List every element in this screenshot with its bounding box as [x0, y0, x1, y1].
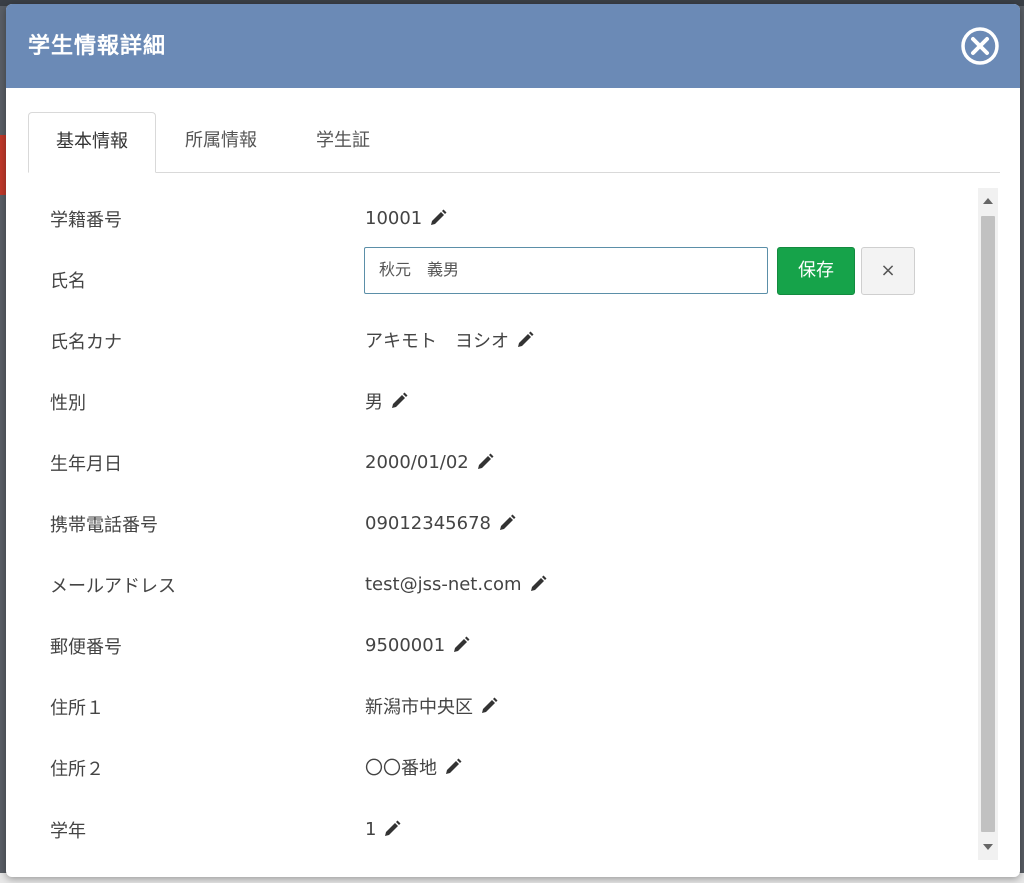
pencil-icon[interactable]	[382, 819, 402, 839]
pencil-icon[interactable]	[475, 452, 495, 472]
field-row-address1: 住所１ 新潟市中央区	[28, 684, 978, 724]
field-value: 2000/01/02	[365, 451, 469, 473]
field-row-gender: 性別 男	[28, 379, 978, 419]
pencil-icon[interactable]	[528, 574, 548, 594]
pencil-icon[interactable]	[443, 757, 463, 777]
modal-title: 学生情報詳細	[28, 34, 167, 59]
modal-header: 学生情報詳細	[6, 4, 1020, 88]
field-value: 10001	[365, 207, 423, 229]
field-list: 学籍番号 10001 氏名 秋元 義男 保存 × 氏名カナ アキモト ヨシオ 性…	[28, 184, 978, 864]
field-value: 新潟市中央区	[365, 697, 473, 718]
pencil-icon[interactable]	[389, 391, 409, 411]
field-row-email: メールアドレス test@jss-net.com	[28, 562, 978, 602]
field-value-wrap: 〇〇番地	[365, 755, 463, 779]
field-label: 性別	[50, 393, 86, 414]
field-label: メールアドレス	[50, 576, 176, 597]
tab-basic-info[interactable]: 基本情報	[28, 112, 156, 173]
field-row-name-kana: 氏名カナ アキモト ヨシオ	[28, 318, 978, 358]
field-value: 〇〇番地	[365, 758, 437, 779]
field-value-wrap: 2000/01/02	[365, 450, 495, 474]
field-row-student-number: 学籍番号 10001	[28, 196, 978, 236]
pencil-icon[interactable]	[479, 696, 499, 716]
tab-affiliation[interactable]: 所属情報	[166, 112, 276, 171]
pencil-icon[interactable]	[497, 513, 517, 533]
field-label: 氏名カナ	[50, 332, 122, 353]
scroll-up-arrow-icon[interactable]	[978, 188, 998, 214]
pencil-icon[interactable]	[428, 208, 448, 228]
field-value: 1	[365, 818, 377, 840]
field-value: アキモト ヨシオ	[365, 331, 509, 352]
cancel-button[interactable]: ×	[861, 247, 915, 295]
scrollbar-thumb[interactable]	[981, 216, 995, 832]
close-icon[interactable]	[960, 26, 1000, 66]
field-value: 9500001	[365, 634, 446, 656]
scroll-down-arrow-icon[interactable]	[978, 834, 998, 860]
field-label: 生年月日	[50, 454, 122, 475]
field-label: 学籍番号	[50, 210, 122, 231]
field-row-grade: 学年 1	[28, 807, 978, 847]
field-value: 男	[365, 392, 383, 413]
field-row-birthdate: 生年月日 2000/01/02	[28, 440, 978, 480]
pencil-icon[interactable]	[515, 330, 535, 350]
vertical-scrollbar[interactable]	[978, 188, 998, 860]
field-value-wrap: 09012345678	[365, 511, 517, 535]
tab-student-id-card[interactable]: 学生証	[298, 112, 388, 171]
field-label: 携帯電話番号	[50, 515, 158, 536]
field-label: 住所１	[50, 698, 104, 719]
student-detail-modal: 学生情報詳細 基本情報 所属情報 学生証 学籍番号 10001 氏名 秋元 義男	[6, 4, 1020, 877]
field-label: 学年	[50, 821, 86, 842]
field-row-mobile: 携帯電話番号 09012345678	[28, 501, 978, 541]
field-label: 氏名	[50, 271, 86, 292]
field-value-wrap: 1	[365, 817, 402, 841]
field-label: 郵便番号	[50, 637, 122, 658]
field-label: 住所２	[50, 759, 104, 780]
field-value-wrap: test@jss-net.com	[365, 572, 548, 596]
field-row-postal-code: 郵便番号 9500001	[28, 623, 978, 663]
field-value-wrap: アキモト ヨシオ	[365, 328, 535, 352]
field-value-wrap: 新潟市中央区	[365, 694, 499, 718]
pencil-icon[interactable]	[451, 635, 471, 655]
save-button[interactable]: 保存	[777, 247, 855, 295]
field-value-wrap: 9500001	[365, 633, 471, 657]
name-input[interactable]: 秋元 義男	[364, 247, 768, 294]
tab-bar: 基本情報 所属情報 学生証	[28, 112, 1000, 173]
field-value-wrap: 男	[365, 389, 409, 413]
field-value-wrap: 10001	[365, 206, 448, 230]
field-row-address2: 住所２ 〇〇番地	[28, 745, 978, 785]
field-value: test@jss-net.com	[365, 573, 522, 595]
field-value: 09012345678	[365, 512, 491, 534]
